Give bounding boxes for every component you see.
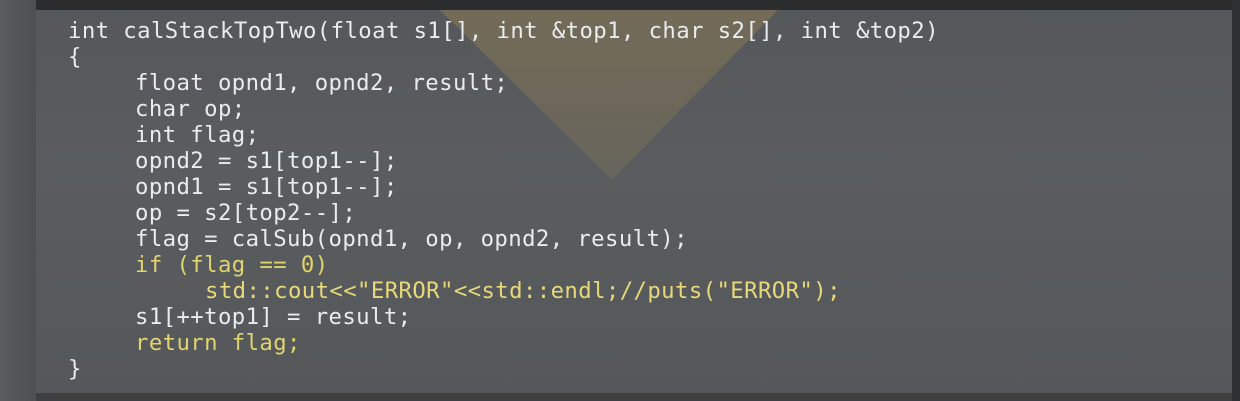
- code-line-float-decl: float opnd1, opnd2, result;: [135, 70, 509, 96]
- code-line-cout: std::cout<<"ERROR"<<std::endl;//puts("ER…: [205, 278, 841, 304]
- code-line-int-decl: int flag;: [135, 122, 260, 148]
- code-line-op-assign: op = s2[top2--];: [135, 200, 357, 226]
- code-line-opnd2-assign: opnd2 = s1[top1--];: [135, 148, 398, 174]
- code-line-opnd1-assign: opnd1 = s1[top1--];: [135, 174, 398, 200]
- right-border: [1232, 0, 1240, 401]
- screen-frame: int calStackTopTwo(float s1[], int &top1…: [0, 0, 1240, 401]
- code-line-push-result: s1[++top1] = result;: [135, 304, 412, 330]
- top-border: [0, 0, 1240, 10]
- code-line-return: return flag;: [135, 330, 301, 356]
- code-line-char-decl: char op;: [135, 96, 246, 122]
- code-line-if: if (flag == 0): [135, 252, 329, 278]
- code-line-flag-assign: flag = calSub(opnd1, op, opnd2, result);: [135, 226, 688, 252]
- code-line-close-brace: }: [68, 356, 82, 382]
- code-line-open-brace: {: [68, 44, 82, 70]
- left-border: [0, 0, 36, 401]
- code-block: int calStackTopTwo(float s1[], int &top1…: [68, 18, 939, 382]
- code-line-signature: int calStackTopTwo(float s1[], int &top1…: [68, 18, 939, 44]
